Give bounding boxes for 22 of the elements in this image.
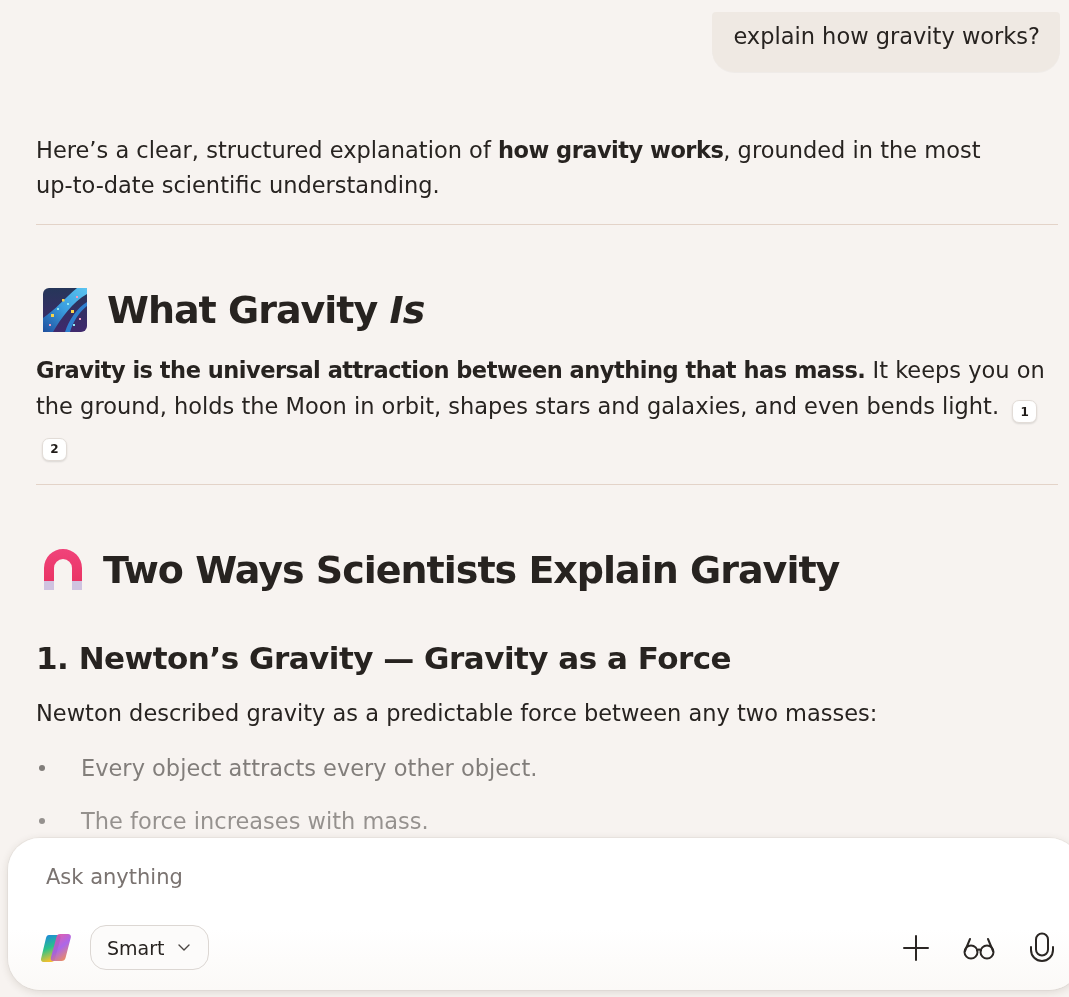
- user-message: explain how gravity works?: [712, 12, 1060, 72]
- section-heading: What Gravity Is: [107, 287, 425, 334]
- bullet-icon: [39, 818, 45, 824]
- paragraph-text: Newton described gravity as a predictable force between any two masses:: [36, 699, 879, 728]
- paragraph-text: Gravity is the universal attraction between anything that has mass. It keeps you on the ground, holds the Moon in orbit, shapes stars and galaxies, and even bends light. 1 2: [36, 352, 1056, 463]
- section-heading: Two Ways Scientists Explain Gravity: [103, 547, 840, 594]
- paragraph-text: Here’s a clear, structured explanation of how gravity works, grounded in the most up-to-date scientific understanding.: [36, 136, 982, 200]
- mode-dropdown[interactable]: Smart: [90, 925, 210, 970]
- glasses-icon[interactable]: [963, 935, 995, 960]
- plus-icon[interactable]: [903, 934, 929, 961]
- logo-icon[interactable]: [40, 931, 72, 964]
- microphone-icon[interactable]: [1029, 931, 1055, 964]
- magnet-icon: [43, 549, 83, 591]
- citation-link[interactable]: 2: [42, 437, 67, 461]
- list-item-text: Every object attracts every other object.: [81, 754, 538, 783]
- citation-link[interactable]: 1: [1012, 400, 1038, 423]
- bullet-icon: [39, 765, 45, 771]
- chevron-down-icon: [178, 944, 191, 951]
- message-input[interactable]: Ask anything: [40, 858, 646, 896]
- list-item-text: The force increases with mass.: [81, 807, 429, 836]
- subsection-heading: 1. Newton’s Gravity — Gravity as a Force: [36, 639, 733, 678]
- galaxy-icon: [43, 288, 87, 332]
